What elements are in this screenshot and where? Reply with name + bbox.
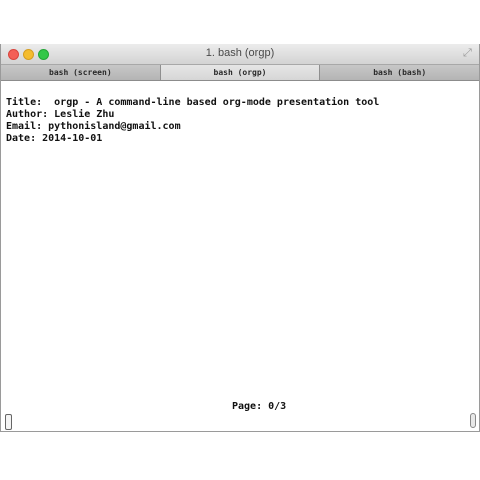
terminal-output[interactable]: Title: orgp - A command-line based org-m…	[1, 81, 479, 431]
terminal-line-title: Title: orgp - A command-line based org-m…	[6, 97, 380, 108]
tab-bash-screen[interactable]: bash (screen)	[1, 65, 161, 80]
fullscreen-icon[interactable]: ⤢	[463, 48, 474, 59]
terminal-line-date: Date: 2014-10-01	[6, 133, 103, 144]
window-title: 1. bash (orgp)	[205, 47, 275, 59]
terminal-cursor	[5, 414, 12, 430]
scrollbar-thumb[interactable]	[470, 413, 476, 428]
page-indicator: Page: 0/3	[232, 401, 287, 412]
tab-bar: bash (screen) bash (orgp) bash (bash)	[1, 65, 479, 81]
terminal-window: 1. bash (orgp) ⤢ bash (screen) bash (org…	[0, 44, 480, 432]
terminal-line-email: Email: pythonisland@gmail.com	[6, 121, 181, 132]
title-bar[interactable]: 1. bash (orgp) ⤢	[1, 44, 479, 65]
tab-bash-orgp[interactable]: bash (orgp)	[160, 65, 321, 80]
terminal-line-author: Author: Leslie Zhu	[6, 109, 115, 120]
tab-bash-bash[interactable]: bash (bash)	[320, 65, 479, 80]
